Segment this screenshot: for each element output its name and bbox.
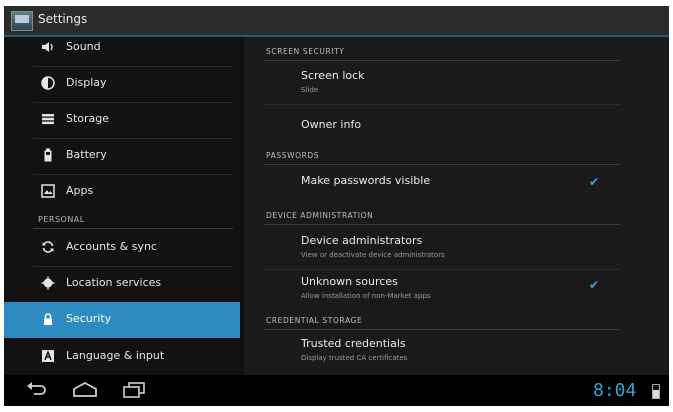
- sidebar-item-label: Storage: [66, 112, 110, 125]
- settings-app-icon[interactable]: [11, 11, 33, 31]
- brightness-icon: [41, 76, 55, 90]
- row-divider: [264, 269, 620, 270]
- sidebar-item-storage[interactable]: Storage: [4, 102, 240, 138]
- back-button[interactable]: [26, 381, 48, 403]
- checkbox-checked-icon[interactable]: ✔: [589, 278, 599, 292]
- sidebar-item-location-services[interactable]: Location services: [4, 266, 240, 302]
- recent-apps-button[interactable]: [122, 381, 146, 403]
- setting-subtitle: Display trusted CA certificates: [301, 354, 408, 362]
- battery-icon: [41, 148, 55, 162]
- settings-sidebar: Sound Display Storage Battery Apps PERSO…: [4, 37, 240, 375]
- sidebar-item-label: Sound: [66, 40, 101, 53]
- sidebar-item-security[interactable]: Security: [4, 302, 240, 338]
- storage-icon: [41, 112, 55, 126]
- setting-title: Unknown sources: [301, 275, 398, 288]
- location-icon: [41, 276, 55, 290]
- screenshot-frame: Settings Sound Display Storage Battery A…: [0, 0, 673, 412]
- sidebar-item-label: Battery: [66, 148, 107, 161]
- section-divider: [264, 60, 620, 61]
- checkbox-checked-icon[interactable]: ✔: [589, 175, 599, 189]
- sidebar-item-label: Security: [66, 312, 112, 325]
- setting-subtitle: View or deactivate device administrators: [301, 251, 445, 259]
- setting-subtitle: Allow installation of non-Market apps: [301, 292, 431, 300]
- recent-apps-icon: [123, 382, 145, 398]
- section-header-credential-storage: CREDENTIAL STORAGE: [266, 316, 363, 325]
- system-navigation-bar: 8:04: [4, 375, 669, 406]
- lock-icon: [41, 312, 55, 326]
- security-settings-panel: SCREEN SECURITY Screen lock Slide Owner …: [244, 37, 669, 375]
- sidebar-item-sound[interactable]: Sound: [4, 30, 240, 66]
- sidebar-item-label: Accounts & sync: [66, 240, 157, 253]
- home-icon: [73, 381, 97, 397]
- sidebar-item-display[interactable]: Display: [4, 66, 240, 102]
- row-divider: [264, 104, 620, 105]
- language-icon: [41, 349, 55, 363]
- setting-title: Make passwords visible: [301, 174, 431, 187]
- setting-subtitle: Slide: [301, 86, 319, 94]
- section-divider: [264, 224, 620, 225]
- setting-title: Owner info: [301, 118, 362, 131]
- speaker-icon: [41, 40, 55, 54]
- section-divider: [264, 329, 620, 330]
- sidebar-item-accounts-sync[interactable]: Accounts & sync: [4, 230, 240, 266]
- sidebar-section-header-personal: PERSONAL: [38, 215, 85, 224]
- back-arrow-icon: [27, 382, 46, 395]
- status-battery-icon: [652, 384, 660, 399]
- sidebar-item-label: Apps: [66, 184, 94, 197]
- apps-icon: [41, 184, 55, 198]
- section-header-device-administration: DEVICE ADMINISTRATION: [266, 211, 374, 220]
- sidebar-item-label: Display: [66, 76, 107, 89]
- setting-title: Screen lock: [301, 69, 365, 82]
- app-icon-inner: [15, 15, 29, 23]
- sidebar-section-divider: [33, 228, 233, 229]
- section-header-passwords: PASSWORDS: [266, 151, 320, 160]
- home-button[interactable]: [72, 381, 98, 403]
- tablet-screen: Settings Sound Display Storage Battery A…: [4, 6, 669, 406]
- sidebar-item-battery[interactable]: Battery: [4, 138, 240, 174]
- status-clock: 8:04: [593, 380, 637, 401]
- section-divider: [264, 164, 620, 165]
- page-title: Settings: [38, 12, 88, 26]
- sidebar-item-label: Language & input: [66, 349, 165, 362]
- section-header-screen-security: SCREEN SECURITY: [266, 47, 345, 56]
- sidebar-item-apps[interactable]: Apps: [4, 174, 240, 210]
- setting-title: Trusted credentials: [301, 337, 406, 350]
- sidebar-item-label: Location services: [66, 276, 162, 289]
- sidebar-item-language-input[interactable]: Language & input: [4, 339, 240, 375]
- setting-title: Device administrators: [301, 234, 423, 247]
- sync-icon: [41, 240, 55, 254]
